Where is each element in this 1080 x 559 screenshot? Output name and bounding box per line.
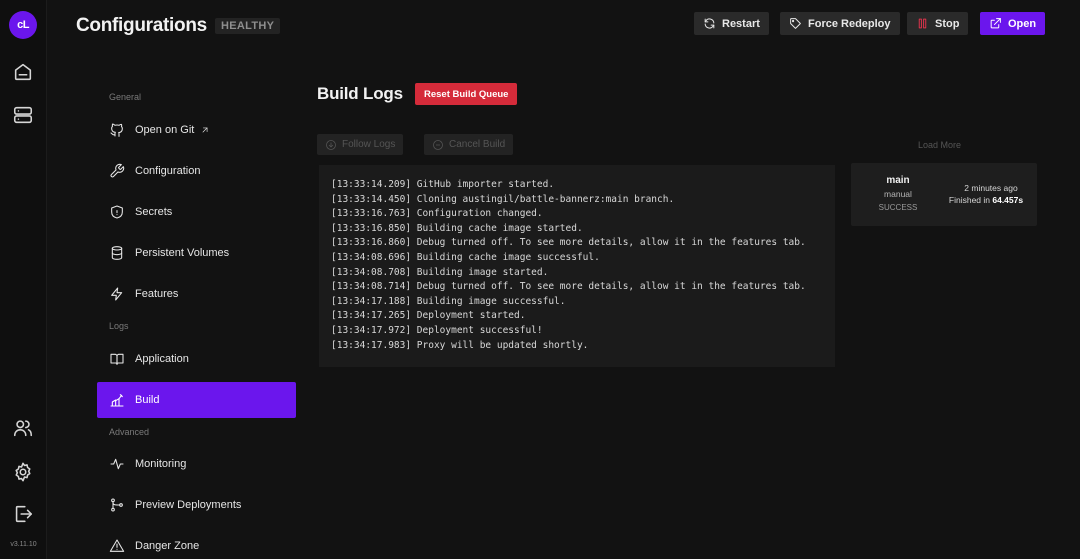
shield-icon <box>111 205 123 219</box>
log-line: [13:33:16.860] Debug turned off. To see … <box>331 237 806 249</box>
log-line: [13:34:08.714] Debug turned off. To see … <box>331 281 806 293</box>
tag-icon <box>790 18 801 29</box>
arrow-up-right-icon <box>202 127 208 133</box>
nav-item-features[interactable]: Features <box>97 276 296 312</box>
build-log-output: [13:33:14.209] GitHub importer started. … <box>319 165 835 367</box>
nav-label-features: Features <box>135 288 179 300</box>
status-badge: HEALTHY <box>215 18 281 34</box>
settings-icon[interactable] <box>11 460 35 484</box>
page-title: Configurations <box>76 15 207 36</box>
log-line: [13:33:14.209] GitHub importer started. <box>331 179 555 190</box>
book-icon <box>110 353 124 365</box>
nav-item-secrets[interactable]: Secrets <box>97 194 296 230</box>
warning-icon <box>109 539 125 552</box>
external-link-icon <box>990 18 1001 29</box>
nav-item-monitoring[interactable]: Monitoring <box>97 446 296 482</box>
force-redeploy-label: Force Redeploy <box>808 17 891 30</box>
nav-label-monitoring: Monitoring <box>135 458 187 470</box>
nav-label-build: Build <box>135 394 160 406</box>
lightning-icon <box>111 287 123 301</box>
open-label: Open <box>1008 17 1037 30</box>
cancel-build-label: Cancel Build <box>449 139 506 150</box>
deployment-card[interactable]: main manual SUCCESS 2 minutes ago Finish… <box>851 163 1037 226</box>
pause-icon <box>918 18 927 29</box>
restart-label: Restart <box>722 17 760 30</box>
nav-section-advanced: Advanced <box>109 427 150 437</box>
refresh-icon <box>704 18 715 29</box>
home-icon[interactable] <box>11 60 35 84</box>
log-line: [13:34:17.972] Deployment successful! <box>331 324 543 336</box>
log-line: [13:33:14.450] Cloning austingil/battle-… <box>331 193 675 205</box>
follow-logs-button[interactable]: Follow Logs <box>317 134 404 155</box>
nav-label-application: Application <box>135 353 189 365</box>
nav-label-open-on-git: Open on Git <box>135 124 195 136</box>
github-icon <box>110 123 123 137</box>
wrench-icon <box>110 163 125 178</box>
load-more-button[interactable]: Load More <box>918 140 961 150</box>
deployment-branch: main <box>886 175 910 186</box>
nav-label-persistent-volumes: Persistent Volumes <box>135 247 230 259</box>
restart-button[interactable]: Restart <box>694 12 769 35</box>
nav-item-application[interactable]: Application <box>97 341 296 377</box>
build-logs-title: Build Logs <box>317 84 403 103</box>
nav-label-danger-zone: Danger Zone <box>135 540 200 552</box>
log-line: [13:34:17.983] Proxy will be updated sho… <box>331 339 589 351</box>
deployment-finished-prefix: Finished in <box>948 195 993 205</box>
logout-icon[interactable] <box>11 502 35 526</box>
build-tools-icon <box>110 394 124 407</box>
open-button[interactable]: Open <box>980 12 1046 35</box>
nav-item-build[interactable]: Build <box>97 382 296 418</box>
log-line: [13:34:17.265] Deployment started. <box>331 310 526 322</box>
stop-button[interactable]: Stop <box>907 12 969 35</box>
pulse-icon <box>110 458 124 470</box>
app-version: v3.11.10 <box>10 541 37 548</box>
deployment-duration: 64.457s <box>992 195 1024 205</box>
cancel-circle-icon <box>433 139 443 150</box>
force-redeploy-button[interactable]: Force Redeploy <box>780 12 900 35</box>
log-line: [13:33:16.850] Building cache image star… <box>331 222 583 234</box>
deployment-duration-line: Finished in 64.457s <box>931 195 1041 205</box>
nav-item-persistent-volumes[interactable]: Persistent Volumes <box>97 235 296 271</box>
database-icon <box>111 246 123 260</box>
git-branch-icon <box>111 498 123 512</box>
nav-item-preview-deployments[interactable]: Preview Deployments <box>97 487 296 523</box>
follow-logs-label: Follow Logs <box>342 139 396 150</box>
nav-section-general: General <box>109 92 142 102</box>
log-line: [13:34:17.188] Building image successful… <box>331 295 566 307</box>
nav-item-open-on-git[interactable]: Open on Git <box>97 112 296 148</box>
nav-item-configuration[interactable]: Configuration <box>97 153 296 189</box>
nav-item-danger-zone[interactable]: Danger Zone <box>97 528 296 559</box>
app-logo[interactable]: cL <box>9 11 37 39</box>
arrow-down-circle-icon <box>326 139 336 150</box>
team-icon[interactable] <box>11 416 35 440</box>
nav-section-logs: Logs <box>109 321 129 331</box>
deployment-time-ago: 2 minutes ago <box>964 183 1018 193</box>
log-line: [13:34:08.708] Building image started. <box>331 266 549 278</box>
reset-build-queue-button[interactable]: Reset Build Queue <box>415 83 518 105</box>
stop-label: Stop <box>935 17 960 30</box>
log-line: [13:33:16.763] Configuration changed. <box>331 208 543 220</box>
nav-label-preview-deployments: Preview Deployments <box>135 499 242 511</box>
servers-icon[interactable] <box>11 103 35 127</box>
icon-rail: cL v3.11.10 <box>0 0 47 559</box>
nav-label-configuration: Configuration <box>135 165 201 177</box>
log-line: [13:34:08.696] Building cache image succ… <box>331 251 600 263</box>
nav-label-secrets: Secrets <box>135 206 173 218</box>
cancel-build-button[interactable]: Cancel Build <box>424 134 514 155</box>
